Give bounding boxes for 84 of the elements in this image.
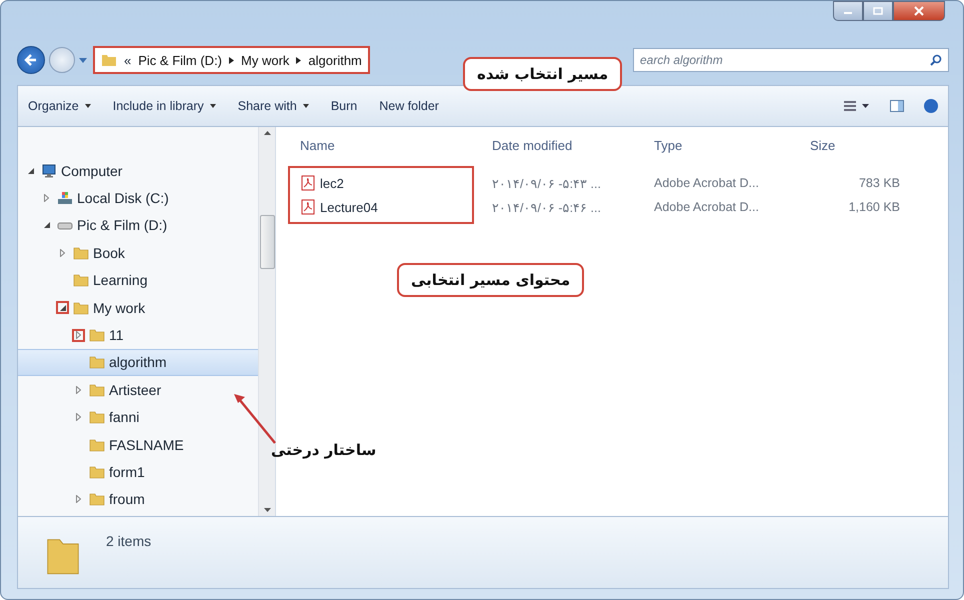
breadcrumb[interactable]: My work [241, 52, 290, 68]
callout: محتوای مسیر انتخابی [397, 263, 584, 297]
collapse-icon[interactable] [28, 168, 34, 174]
folder-icon [89, 354, 105, 370]
expand-icon[interactable] [76, 495, 81, 504]
caret-icon [210, 104, 216, 108]
collapse-icon[interactable] [44, 222, 50, 228]
table-cell-text: ۲۰۱۴/۰۹/۰۶ -۵:۴۶ ... [492, 200, 602, 214]
view-options-icon[interactable] [844, 100, 870, 112]
folder-icon [73, 272, 89, 288]
overflow-chevron[interactable]: « [124, 52, 132, 68]
toolbar-button[interactable]: Organize [28, 99, 91, 113]
toolbar-button[interactable]: Share with [238, 99, 309, 113]
tree-item[interactable]: Computer [18, 157, 258, 184]
tree-item[interactable]: My work [18, 294, 258, 322]
column-header[interactable]: Date modified [492, 138, 654, 152]
tree-item[interactable]: Book [18, 239, 258, 267]
table-cell-text: 1,160 KB [848, 200, 900, 214]
folder-icon [73, 300, 89, 316]
tree-item[interactable]: Local Disk (C:) [18, 184, 258, 212]
expand-icon[interactable] [76, 413, 81, 422]
folder-icon [89, 409, 105, 426]
tree-item[interactable]: fanni [18, 404, 258, 431]
tree-item[interactable]: 11 [18, 321, 258, 349]
column-header[interactable]: Type [654, 138, 810, 152]
chevron-icon[interactable] [296, 56, 302, 64]
search-icon [930, 54, 942, 66]
computer-icon [41, 162, 57, 179]
expand-icon[interactable] [76, 331, 81, 340]
toolbar-button[interactable]: Include in library [112, 99, 216, 113]
minimize-button[interactable] [833, 1, 863, 21]
maximize-icon [873, 7, 883, 15]
search-field[interactable]: earch algorithm [633, 48, 949, 72]
close-button[interactable] [893, 1, 945, 21]
breadcrumb[interactable]: algorithm [308, 52, 362, 68]
folder-icon [89, 327, 105, 344]
tree-item[interactable]: form1 [18, 458, 258, 486]
pdf-file-icon [300, 175, 316, 191]
dropdown-icon[interactable] [79, 58, 87, 62]
item-count: 2 items [106, 533, 152, 549]
tree-item[interactable]: froum [18, 486, 258, 514]
scroll-up-icon[interactable] [264, 131, 270, 135]
caret-icon [84, 104, 91, 108]
table-cell-text: Adobe Acrobat D... [654, 200, 760, 214]
toolbar-button[interactable]: New folder [379, 99, 439, 113]
scroll-down-icon[interactable] [264, 508, 270, 512]
drive-icon [57, 190, 73, 206]
folder-icon [89, 491, 105, 508]
chevron-icon[interactable] [229, 56, 234, 64]
pdf-file-icon [300, 199, 316, 215]
scrollbar-thumb[interactable] [260, 215, 274, 269]
preview-pane-icon[interactable] [890, 100, 904, 112]
folder-icon [89, 464, 105, 480]
expand-icon[interactable] [76, 386, 81, 394]
column-header[interactable]: Size [810, 138, 900, 152]
tree-item[interactable]: FASLNAME [18, 430, 258, 458]
maximize-button[interactable] [863, 1, 893, 21]
close-icon [914, 6, 924, 16]
back-button[interactable] [17, 46, 45, 74]
table-cell-text: 783 KB [858, 176, 900, 190]
expand-icon[interactable] [44, 194, 49, 202]
expand-icon[interactable] [60, 248, 65, 257]
file-item[interactable]: lec2 [286, 175, 492, 191]
folder-icon [101, 52, 117, 68]
collapse-icon[interactable] [60, 304, 66, 311]
address-bar[interactable]: « Pic & Film (D:) My work algorithm [93, 46, 370, 74]
folder-icon [89, 382, 105, 398]
annotation-label: ساختار درختی [271, 441, 376, 459]
caret-icon [302, 104, 309, 108]
file-item[interactable]: Lecture04 [286, 199, 492, 215]
column-header[interactable]: Name [286, 138, 492, 152]
table-cell-text: Adobe Acrobat D... [654, 176, 760, 190]
tree-item[interactable]: Artisteer [18, 376, 258, 404]
breadcrumb[interactable]: Pic & Film (D:) [138, 52, 222, 68]
folder-icon [89, 436, 105, 453]
table-cell-text: ۲۰۱۴/۰۹/۰۶ -۵:۴۳ ... [492, 176, 602, 190]
folder-icon [73, 244, 89, 261]
tree-item[interactable]: Pic & Film (D:) [18, 212, 258, 240]
tree-item[interactable]: Learning [18, 266, 258, 294]
back-arrow-icon [24, 53, 38, 67]
tree-item[interactable]: algorithm [18, 348, 258, 376]
toolbar-button[interactable]: Burn [330, 99, 358, 113]
callout: مسیر انتخاب شده [463, 57, 622, 91]
annotation-arrow [233, 393, 277, 445]
